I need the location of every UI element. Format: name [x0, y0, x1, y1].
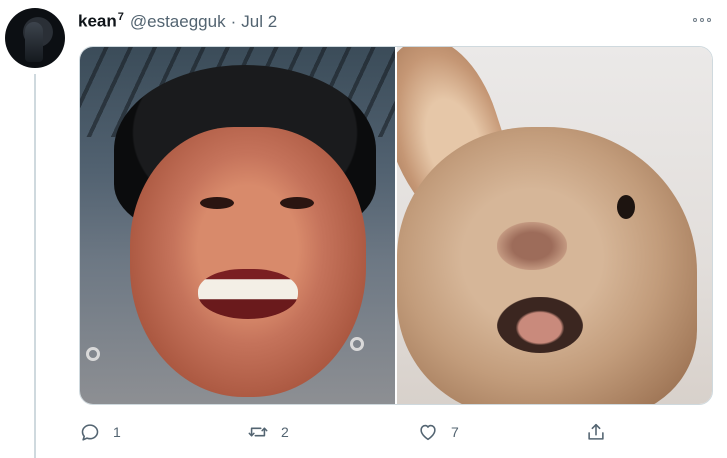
retweet-count: 2 [281, 424, 289, 440]
tweet-media [79, 46, 713, 405]
display-name-sup: 7 [117, 11, 124, 23]
tweet-actions: 1 2 7 [79, 420, 639, 444]
user-handle[interactable]: @estaegguk [130, 12, 226, 32]
like-button[interactable]: 7 [417, 420, 459, 444]
display-name-text: kean [78, 11, 117, 31]
avatar[interactable] [5, 8, 65, 68]
media-image-left[interactable] [80, 47, 395, 404]
reply-icon [81, 424, 99, 441]
tweet-date[interactable]: Jul 2 [241, 12, 277, 32]
retweet-button[interactable]: 2 [247, 420, 289, 444]
reply-count: 1 [113, 424, 121, 440]
share-button[interactable] [585, 420, 607, 444]
separator-dot: · [230, 11, 237, 31]
retweet-icon [248, 427, 268, 437]
media-image-right[interactable] [397, 47, 712, 404]
heart-icon [420, 424, 436, 441]
tweet-header: kean7 @estaegguk · Jul 2 [78, 11, 277, 33]
display-name[interactable]: kean7 [78, 11, 124, 32]
more-options-icon[interactable] [690, 12, 714, 28]
like-count: 7 [451, 424, 459, 440]
reply-button[interactable]: 1 [79, 420, 121, 444]
share-icon [588, 423, 604, 440]
thread-line [34, 74, 36, 458]
